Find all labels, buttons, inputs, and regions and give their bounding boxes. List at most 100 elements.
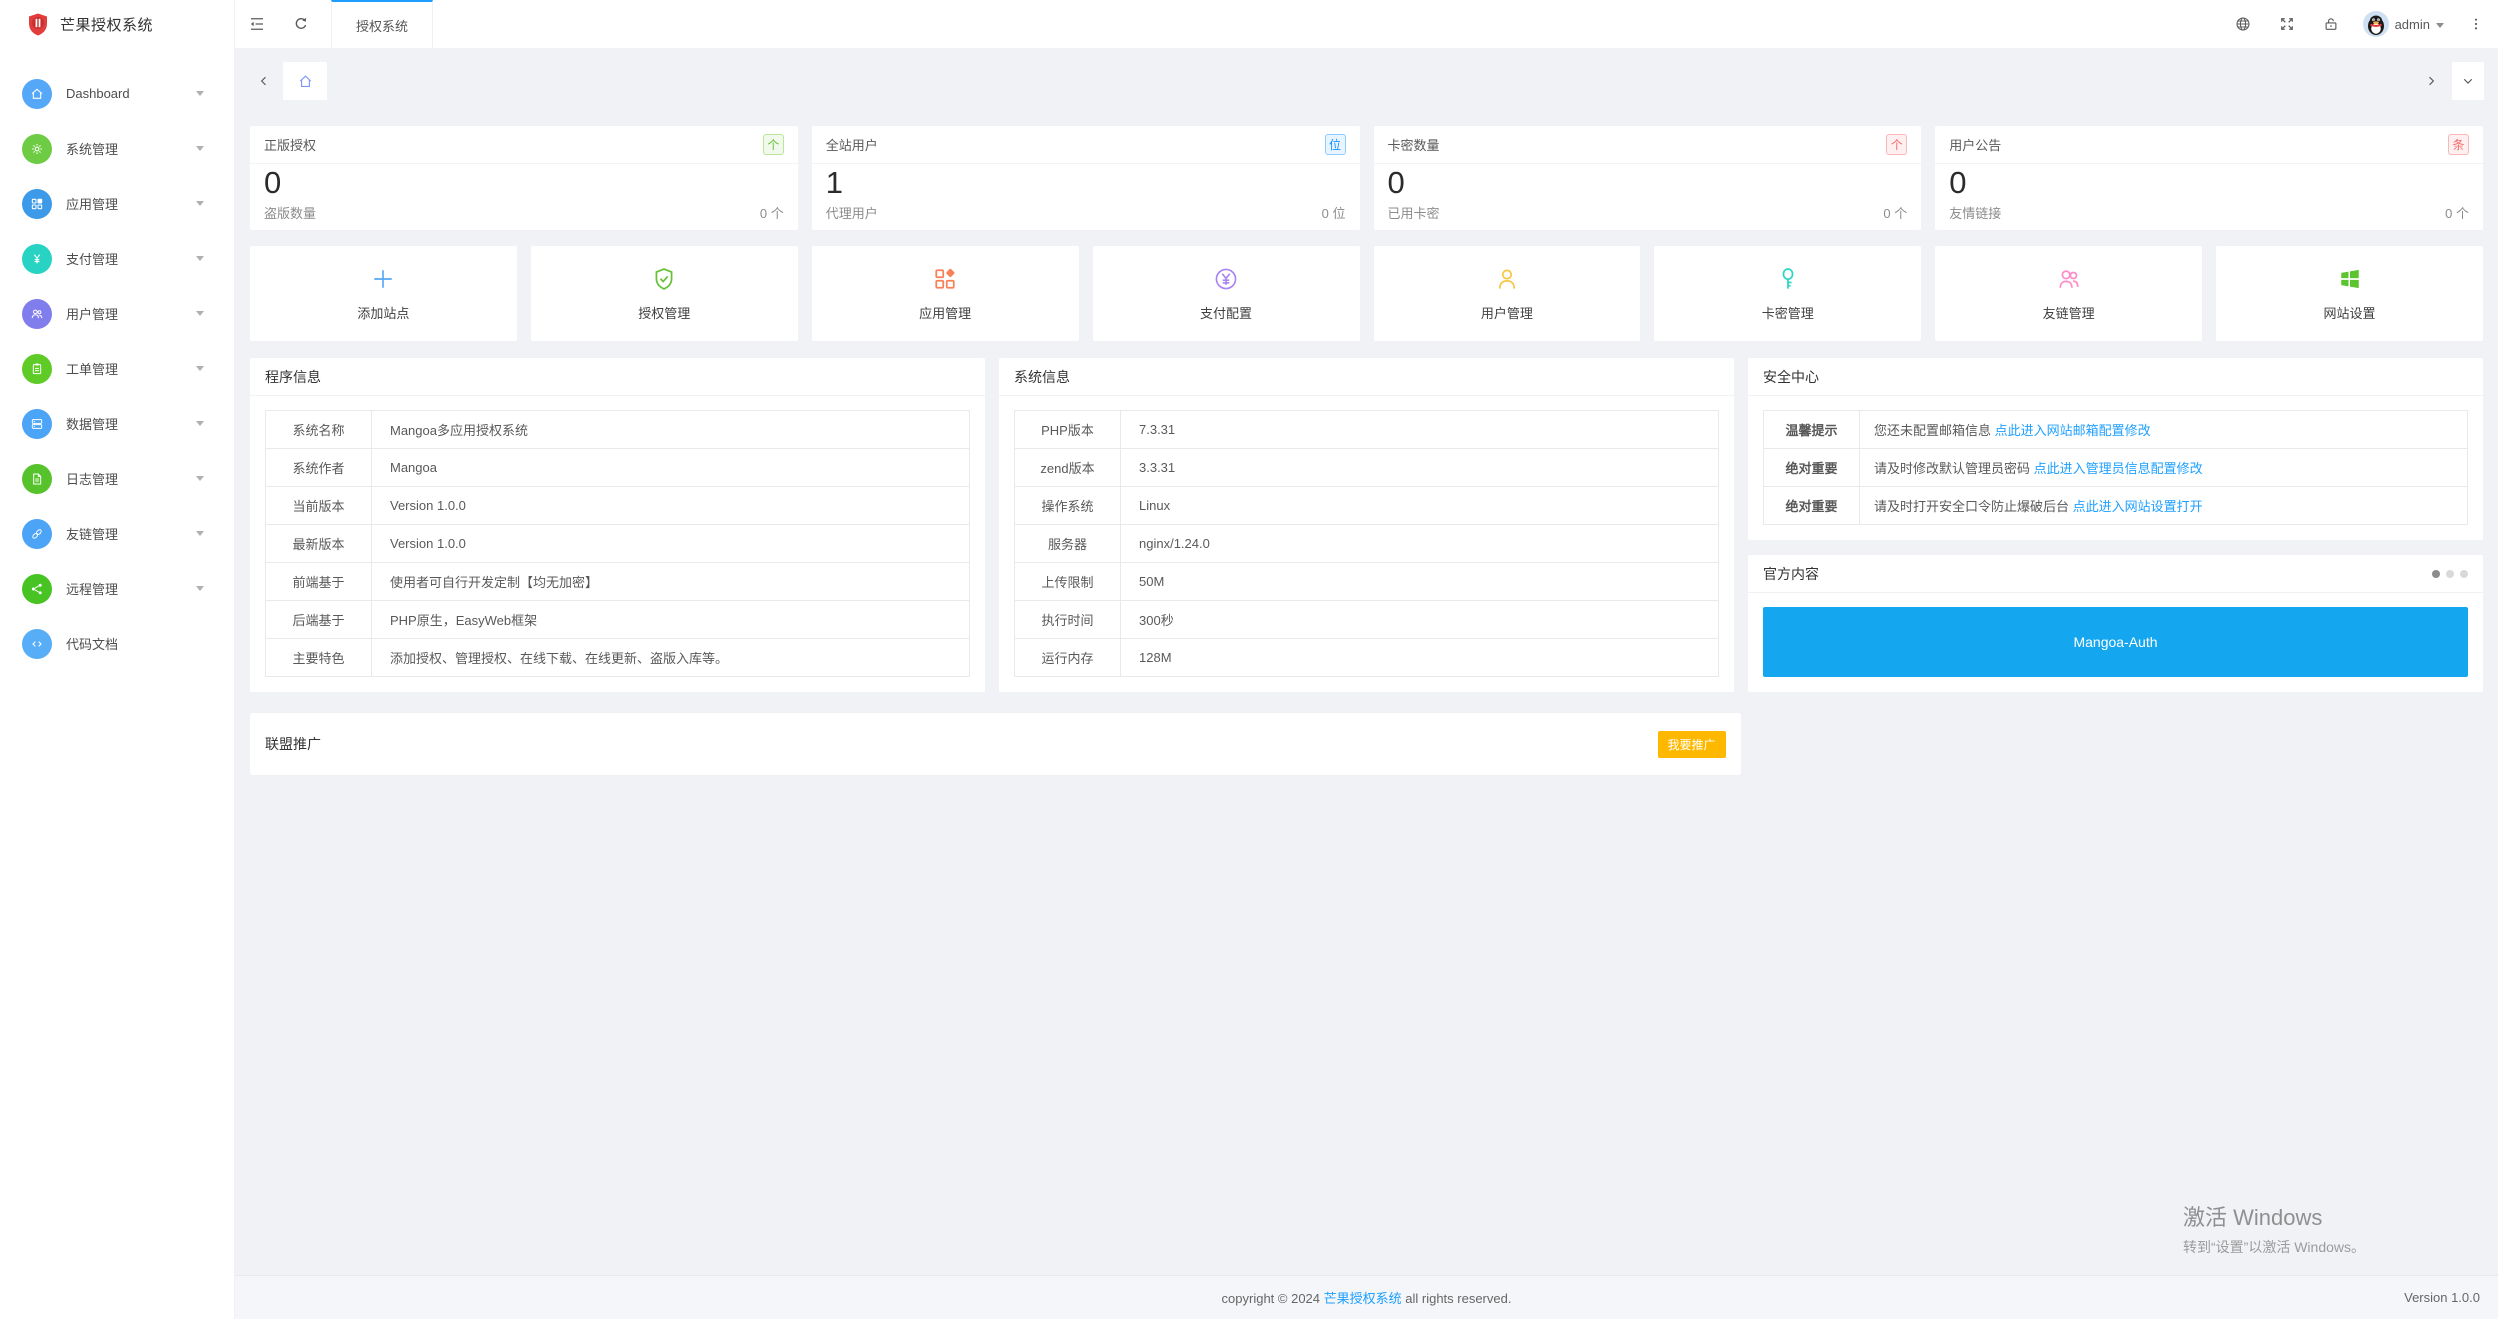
chevron-down-icon — [196, 256, 204, 261]
sidebar-item-label: 友链管理 — [66, 524, 196, 543]
sidebar-item-label: 远程管理 — [66, 579, 196, 598]
quick-action-auth-manage[interactable]: 授权管理 — [531, 246, 798, 341]
security-link[interactable]: 点此进入网站设置打开 — [2073, 499, 2203, 514]
quick-action-add-site[interactable]: 添加站点 — [250, 246, 517, 341]
yen-icon — [22, 244, 52, 274]
plus-icon — [369, 265, 397, 293]
table-row: 操作系统Linux — [1015, 487, 1719, 525]
globe-icon[interactable] — [2221, 0, 2265, 48]
stat-sub-value: 0 位 — [1322, 203, 1346, 222]
quick-action-links-manage[interactable]: 友链管理 — [1935, 246, 2202, 341]
shield-check-icon — [650, 265, 678, 293]
quick-action-label: 用户管理 — [1481, 303, 1533, 322]
carousel-dot[interactable] — [2446, 570, 2454, 578]
topbar-tab-auth-system[interactable]: 授权系统 — [331, 0, 433, 48]
table-row: 最新版本Version 1.0.0 — [266, 525, 970, 563]
home-icon — [22, 79, 52, 109]
link-icon — [22, 519, 52, 549]
sidebar-menu: Dashboard 系统管理 — [0, 48, 234, 671]
logo[interactable]: 芒果授权系统 — [0, 0, 234, 48]
stat-sub-label: 友情链接 — [1949, 203, 2001, 222]
tabs-dropdown-icon[interactable] — [2452, 62, 2484, 100]
quick-action-app-manage[interactable]: 应用管理 — [812, 246, 1079, 341]
table-row: 上传限制50M — [1015, 563, 1719, 601]
quick-action-pay-config[interactable]: 支付配置 — [1093, 246, 1360, 341]
table-row: 运行内存128M — [1015, 639, 1719, 677]
sidebar-item-label: Dashboard — [66, 86, 196, 101]
home-tab[interactable] — [283, 62, 327, 100]
sidebar-item-apps[interactable]: 应用管理 — [0, 176, 234, 231]
info-panels: 程序信息 系统名称Mangoa多应用授权系统 系统作者Mangoa 当前版本Ve… — [250, 358, 2483, 692]
chevron-down-icon — [196, 201, 204, 206]
sidebar-item-data[interactable]: 数据管理 — [0, 396, 234, 451]
topbar-tab-label: 授权系统 — [356, 16, 408, 35]
carousel-dot[interactable] — [2460, 570, 2468, 578]
fullscreen-icon[interactable] — [2265, 0, 2309, 48]
sidebar-item-label: 应用管理 — [66, 194, 196, 213]
sidebar-item-label: 工单管理 — [66, 359, 196, 378]
table-row: 当前版本Version 1.0.0 — [266, 487, 970, 525]
more-vertical-icon[interactable] — [2454, 0, 2498, 48]
sidebar-item-logs[interactable]: 日志管理 — [0, 451, 234, 506]
app-title: 芒果授权系统 — [60, 14, 153, 35]
stat-card-card-keys: 卡密数量 个 0 已用卡密 0 个 — [1374, 126, 1922, 230]
stat-card-announcements: 用户公告 条 0 友情链接 0 个 — [1935, 126, 2483, 230]
tabs-scroll-left-icon[interactable] — [249, 62, 279, 100]
lock-icon[interactable] — [2309, 0, 2353, 48]
security-link[interactable]: 点此进入管理员信息配置修改 — [2034, 461, 2203, 476]
panel-title: 程序信息 — [265, 367, 321, 387]
table-row: 绝对重要 请及时修改默认管理员密码 点此进入管理员信息配置修改 — [1764, 449, 2468, 487]
official-content-panel: 官方内容 Mangoa-Auth — [1748, 555, 2483, 692]
sidebar-item-label: 日志管理 — [66, 469, 196, 488]
code-icon — [22, 629, 52, 659]
sidebar-item-payment[interactable]: 支付管理 — [0, 231, 234, 286]
stat-value: 0 — [1388, 166, 1908, 200]
sidebar-item-label: 系统管理 — [66, 139, 196, 158]
sidebar-toggle-icon[interactable] — [235, 0, 279, 48]
quick-action-label: 友链管理 — [2043, 303, 2095, 322]
version-label: Version 1.0.0 — [2404, 1290, 2480, 1305]
carousel-dot[interactable] — [2432, 570, 2440, 578]
sidebar-item-system[interactable]: 系统管理 — [0, 121, 234, 176]
system-info-panel: 系统信息 PHP版本7.3.31 zend版本3.3.31 操作系统Linux … — [999, 358, 1734, 692]
tabs-scroll-right-icon[interactable] — [2416, 62, 2446, 100]
promote-button[interactable]: 我要推广 — [1658, 731, 1726, 758]
quick-action-key-manage[interactable]: 卡密管理 — [1654, 246, 1921, 341]
table-row: 温馨提示 您还未配置邮箱信息 点此进入网站邮箱配置修改 — [1764, 411, 2468, 449]
sidebar-item-tickets[interactable]: 工单管理 — [0, 341, 234, 396]
stat-card-genuine-auth: 正版授权 个 0 盗版数量 0 个 — [250, 126, 798, 230]
windows-icon — [2336, 265, 2364, 293]
sidebar-item-links[interactable]: 友链管理 — [0, 506, 234, 561]
table-row: 主要特色添加授权、管理授权、在线下载、在线更新、盗版入库等。 — [266, 639, 970, 677]
chevron-down-icon — [196, 366, 204, 371]
table-row: 执行时间300秒 — [1015, 601, 1719, 639]
chevron-down-icon — [196, 146, 204, 151]
user-menu[interactable]: admin — [2353, 0, 2454, 48]
users-icon — [22, 299, 52, 329]
quick-action-label: 支付配置 — [1200, 303, 1252, 322]
apps-grid-icon — [931, 265, 959, 293]
apps-grid-icon — [22, 189, 52, 219]
table-row: zend版本3.3.31 — [1015, 449, 1719, 487]
database-icon — [22, 409, 52, 439]
sidebar-item-label: 数据管理 — [66, 414, 196, 433]
official-banner[interactable]: Mangoa-Auth — [1763, 607, 2468, 677]
quick-action-user-manage[interactable]: 用户管理 — [1374, 246, 1641, 341]
sidebar-item-dashboard[interactable]: Dashboard — [0, 66, 234, 121]
stat-sub-value: 0 个 — [760, 203, 784, 222]
sidebar: 芒果授权系统 Dashboard 系统管理 — [0, 0, 235, 1319]
sidebar-item-remote[interactable]: 远程管理 — [0, 561, 234, 616]
table-row: PHP版本7.3.31 — [1015, 411, 1719, 449]
sidebar-item-users[interactable]: 用户管理 — [0, 286, 234, 341]
unit-badge: 个 — [1886, 134, 1907, 155]
brand-link[interactable]: 芒果授权系统 — [1324, 1291, 1402, 1306]
security-link[interactable]: 点此进入网站邮箱配置修改 — [1995, 423, 2151, 438]
chevron-down-icon — [196, 91, 204, 96]
quick-action-site-settings[interactable]: 网站设置 — [2216, 246, 2483, 341]
chevron-down-icon — [196, 476, 204, 481]
dashboard-content: 正版授权 个 0 盗版数量 0 个 全站用户 位 — [235, 100, 2498, 1275]
sidebar-item-docs[interactable]: 代码文档 — [0, 616, 234, 671]
refresh-icon[interactable] — [279, 0, 323, 48]
system-info-table: PHP版本7.3.31 zend版本3.3.31 操作系统Linux 服务器ng… — [1014, 410, 1719, 677]
document-icon — [22, 464, 52, 494]
